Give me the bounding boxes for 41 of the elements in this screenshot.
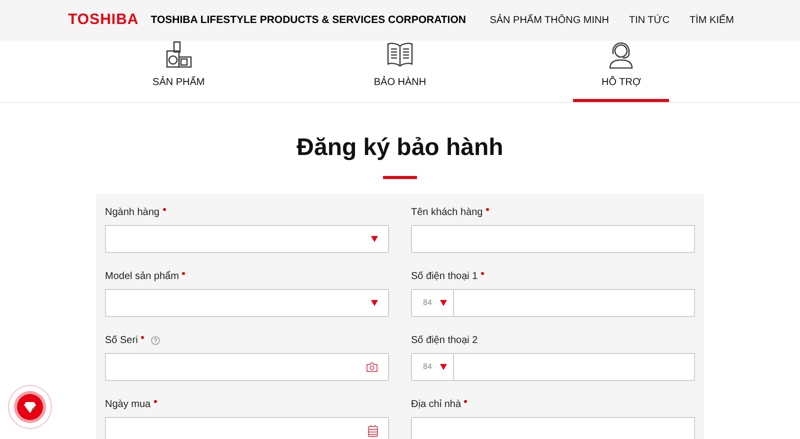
page-title: Đăng ký bảo hành <box>296 133 504 163</box>
calendar-icon <box>368 425 378 437</box>
category-tab[interactable]: HỖ TRỢ <box>573 41 670 102</box>
appliances-icon <box>164 41 193 69</box>
country-code: 84 <box>423 361 432 373</box>
field-label: Địa chỉ nhà <box>411 398 462 412</box>
dropdown-arrow-icon <box>440 300 447 306</box>
gem-icon <box>24 402 36 412</box>
help-icon[interactable] <box>150 336 160 344</box>
field-label: Ngày mua <box>105 398 151 412</box>
select-field[interactable] <box>105 289 389 317</box>
category-tab[interactable]: BẢO HÀNH <box>352 41 448 102</box>
country-code: 84 <box>423 297 432 309</box>
camera-icon <box>366 362 378 372</box>
select-field[interactable] <box>105 225 389 253</box>
field-label: Model sản phẩm <box>105 270 179 284</box>
headset-person-icon <box>607 41 636 69</box>
phone-input-field[interactable] <box>454 289 695 317</box>
nav-link[interactable]: TÌM KIẾM <box>690 13 734 28</box>
country-code-select[interactable]: 84 <box>411 289 454 317</box>
company-name: TOSHIBA LIFESTYLE PRODUCTS & SERVICES CORPORATION <box>150 12 466 28</box>
input-field[interactable] <box>411 225 695 253</box>
dropdown-arrow-icon <box>371 236 378 242</box>
nav-link[interactable]: SẢN PHẨM THÔNG MINH <box>490 13 609 28</box>
country-code-select[interactable]: 84 <box>411 353 454 381</box>
input-field[interactable] <box>105 353 389 381</box>
dropdown-arrow-icon <box>440 364 447 370</box>
category-tab[interactable]: SẢN PHẨM <box>130 41 227 102</box>
logo[interactable]: TOSHIBA <box>68 9 139 32</box>
chat-button[interactable] <box>17 394 43 420</box>
field-label: Số điện thoại 1 <box>411 270 478 284</box>
phone-input-field[interactable] <box>454 353 695 381</box>
field-label: Tên khách hàng <box>411 206 483 220</box>
open-book-icon <box>386 41 414 69</box>
dropdown-arrow-icon <box>371 300 378 306</box>
nav-link[interactable]: TIN TỨC <box>628 13 670 28</box>
field-label: Ngành hàng <box>105 206 160 220</box>
field-label: Số Seri <box>105 334 138 348</box>
input-field[interactable] <box>411 417 695 439</box>
field-label: Số điện thoại 2 <box>411 334 478 348</box>
input-field[interactable] <box>105 417 389 439</box>
